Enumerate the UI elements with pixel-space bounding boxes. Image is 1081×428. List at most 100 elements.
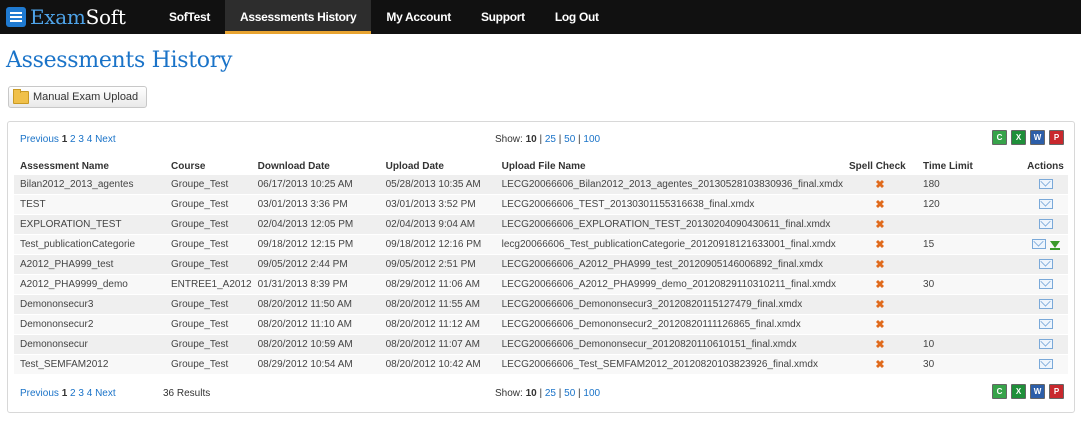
- cell-assessment-name[interactable]: Bilan2012_2013_agentes: [14, 175, 165, 195]
- col-time-limit[interactable]: Time Limit: [917, 158, 1023, 175]
- email-icon[interactable]: [1031, 239, 1046, 250]
- export-doc-icon[interactable]: W: [1030, 130, 1045, 145]
- cell-download-date: 08/29/2012 10:54 AM: [251, 354, 380, 375]
- cell-time-limit: [917, 214, 1024, 235]
- nav-item-support[interactable]: Support: [466, 0, 540, 34]
- cell-upload-file-name: LECG20066606_Test_SEMFAM2012_20120820103…: [495, 354, 844, 375]
- export-xls-icon[interactable]: X: [1011, 384, 1026, 399]
- cell-upload-date: 08/29/2012 11:06 AM: [379, 274, 496, 295]
- cell-upload-file-name: LECG20066606_A2012_PHA999_test_201209051…: [495, 254, 844, 275]
- cell-spell-check: ✖: [843, 214, 918, 235]
- cell-assessment-name[interactable]: Demononsecur: [14, 334, 165, 355]
- show-option-50[interactable]: 50: [564, 134, 575, 145]
- cell-actions: [1023, 354, 1068, 375]
- cell-spell-check: ✖: [843, 334, 918, 355]
- pager-page-2[interactable]: 2: [70, 388, 76, 399]
- top-pager-row: Previous 1 2 3 4 Next Show: 10 | 25 | 50…: [20, 130, 1064, 150]
- cell-actions: [1023, 214, 1068, 235]
- cell-course: Groupe_Test: [165, 314, 252, 335]
- table-row: Demononsecur Groupe_Test 08/20/2012 10:59 …: [14, 334, 1068, 355]
- cell-time-limit: [917, 314, 1024, 335]
- show-option-25[interactable]: 25: [545, 134, 556, 145]
- pager-page-2[interactable]: 2: [70, 134, 76, 145]
- cell-spell-check: ✖: [843, 234, 918, 255]
- main-nav: SofTest Assessments History My Account Supp…: [154, 0, 614, 34]
- pager-next-link[interactable]: Next: [95, 134, 116, 145]
- cell-assessment-name[interactable]: Test_publicationCategorie: [14, 234, 165, 255]
- col-upload-date[interactable]: Upload Date: [380, 158, 496, 175]
- cell-download-date: 03/01/2013 3:36 PM: [251, 194, 380, 215]
- export-doc-icon[interactable]: W: [1030, 384, 1045, 399]
- manual-exam-upload-button[interactable]: Manual Exam Upload: [8, 86, 148, 108]
- cell-assessment-name[interactable]: Test_SEMFAM2012: [14, 354, 165, 375]
- col-spell-check[interactable]: Spell Check: [843, 158, 917, 175]
- email-icon[interactable]: [1038, 359, 1053, 370]
- cell-upload-date: 08/20/2012 11:12 AM: [379, 314, 496, 335]
- cell-time-limit: [917, 254, 1024, 275]
- page-title: Assessments History: [6, 48, 233, 73]
- nav-item-assessments-history[interactable]: Assessments History: [225, 0, 372, 34]
- show-option-100[interactable]: 100: [583, 134, 600, 145]
- cell-download-date: 01/31/2013 8:39 PM: [251, 274, 380, 295]
- pager-previous-link[interactable]: Previous: [20, 134, 59, 145]
- table-row: Demononsecur2 Groupe_Test 08/20/2012 11:10…: [14, 314, 1068, 335]
- email-icon[interactable]: [1038, 299, 1053, 310]
- table-row: A2012_PHA999_test Groupe_Test 09/05/2012 2…: [14, 254, 1068, 275]
- pager-next-link[interactable]: Next: [95, 388, 116, 399]
- nav-item-my-account[interactable]: My Account: [371, 0, 466, 34]
- cell-download-date: 08/20/2012 11:50 AM: [251, 294, 380, 315]
- col-assessment-name[interactable]: Assessment Name: [14, 158, 165, 175]
- email-icon[interactable]: [1038, 219, 1053, 230]
- cell-course: ENTREE1_A2012: [165, 274, 252, 295]
- pager-page-4[interactable]: 4: [87, 134, 93, 145]
- email-icon[interactable]: [1038, 259, 1053, 270]
- col-download-date[interactable]: Download Date: [252, 158, 380, 175]
- cell-actions: [1023, 175, 1068, 195]
- spell-check-off-icon: ✖: [875, 179, 885, 191]
- cell-assessment-name[interactable]: A2012_PHA999_test: [14, 254, 165, 275]
- cell-assessment-name[interactable]: Demononsecur2: [14, 314, 165, 335]
- cell-assessment-name[interactable]: Demononsecur3: [14, 294, 165, 315]
- cell-course: Groupe_Test: [165, 175, 252, 195]
- examsoft-logo[interactable]: ExamSoft: [0, 0, 154, 34]
- export-csv-icon[interactable]: C: [992, 130, 1007, 145]
- export-csv-icon[interactable]: C: [992, 384, 1007, 399]
- cell-assessment-name[interactable]: TEST: [14, 194, 165, 215]
- show-option-50[interactable]: 50: [564, 388, 575, 399]
- download-icon[interactable]: [1049, 240, 1060, 250]
- show-option-100[interactable]: 100: [583, 388, 600, 399]
- cell-time-limit: [917, 294, 1024, 315]
- pager-previous-link[interactable]: Previous: [20, 388, 59, 399]
- email-icon[interactable]: [1038, 199, 1053, 210]
- cell-upload-date: 09/05/2012 2:51 PM: [379, 254, 496, 275]
- spell-check-off-icon: ✖: [875, 279, 885, 291]
- nav-item-softest[interactable]: SofTest: [154, 0, 225, 34]
- col-upload-file-name[interactable]: Upload File Name: [496, 158, 843, 175]
- cell-actions: [1023, 274, 1068, 295]
- email-icon[interactable]: [1038, 339, 1053, 350]
- assessments-table: Assessment Name Course Download Date Upl…: [14, 158, 1068, 375]
- spell-check-off-icon: ✖: [875, 219, 885, 231]
- export-pdf-icon[interactable]: P: [1049, 130, 1064, 145]
- cell-assessment-name[interactable]: A2012_PHA9999_demo: [14, 274, 165, 295]
- email-icon[interactable]: [1038, 319, 1053, 330]
- cell-upload-date: 05/28/2013 10:35 AM: [379, 175, 496, 195]
- cell-actions: [1023, 254, 1068, 275]
- export-pdf-icon[interactable]: P: [1049, 384, 1064, 399]
- col-course[interactable]: Course: [165, 158, 252, 175]
- pager-page-3[interactable]: 3: [78, 134, 84, 145]
- show-option-25[interactable]: 25: [545, 388, 556, 399]
- brand-part1: Exam: [30, 5, 86, 29]
- pager-page-3[interactable]: 3: [78, 388, 84, 399]
- spell-check-off-icon: ✖: [875, 259, 885, 271]
- export-xls-icon[interactable]: X: [1011, 130, 1026, 145]
- cell-course: Groupe_Test: [165, 234, 252, 255]
- pager-page-4[interactable]: 4: [87, 388, 93, 399]
- email-icon[interactable]: [1038, 279, 1053, 290]
- cell-download-date: 06/17/2013 10:25 AM: [251, 175, 380, 195]
- pager-page-1: 1: [61, 134, 68, 145]
- nav-item-log-out[interactable]: Log Out: [540, 0, 614, 34]
- cell-assessment-name[interactable]: EXPLORATION_TEST: [14, 214, 165, 235]
- show-option-10: 10: [525, 388, 537, 399]
- email-icon[interactable]: [1038, 179, 1053, 190]
